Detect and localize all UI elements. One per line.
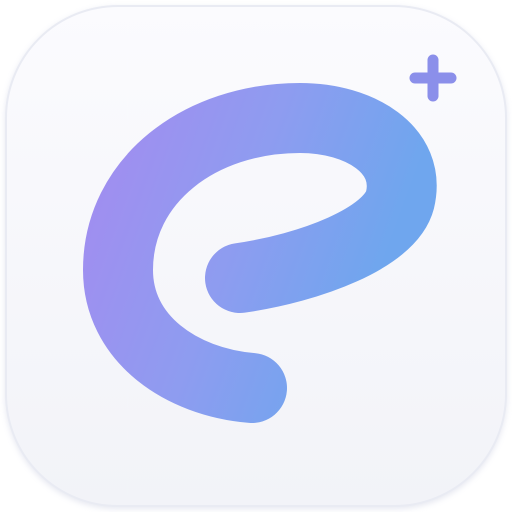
icon-canvas <box>0 0 512 512</box>
app-icon <box>5 5 507 507</box>
